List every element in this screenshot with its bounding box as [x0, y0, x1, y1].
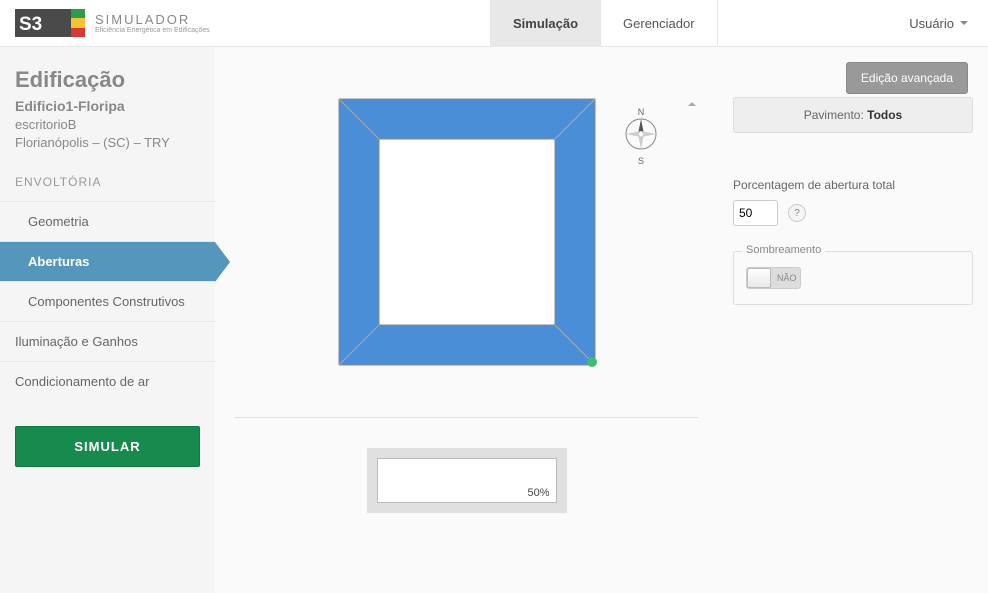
sidebar-item-condicionamento[interactable]: Condicionamento de ar — [0, 361, 215, 401]
pavimento-selector[interactable]: Pavimento: Todos — [733, 97, 973, 133]
s3e-logo-icon: S3 — [15, 9, 85, 37]
location-name: Florianópolis – (SC) – TRY — [0, 135, 215, 150]
abertura-label: Porcentagem de abertura total — [733, 178, 973, 192]
main-area: Edificação Edificio1-Floripa escritorioB… — [0, 47, 988, 593]
tab-gerenciador[interactable]: Gerenciador — [600, 0, 718, 47]
user-label: Usuário — [909, 16, 954, 31]
simulate-button[interactable]: SIMULAR — [15, 426, 200, 467]
main-tabs: Simulação Gerenciador — [490, 0, 718, 47]
user-menu[interactable]: Usuário — [909, 16, 988, 31]
sombreamento-label: Sombreamento — [742, 244, 825, 256]
sidebar-item-aberturas[interactable]: Aberturas — [0, 241, 215, 281]
logo-subtitle: Eficiência Energética em Edificações — [95, 27, 210, 34]
floor-plan[interactable] — [337, 97, 597, 367]
divider — [235, 417, 698, 418]
canvas-area: N S — [215, 47, 718, 593]
sombreamento-fieldset: Sombreamento NÃO — [733, 251, 973, 305]
chevron-down-icon — [960, 21, 968, 25]
tab-simulacao[interactable]: Simulação — [490, 0, 600, 47]
elevation-percent: 50% — [527, 487, 549, 499]
sidebar-item-componentes[interactable]: Componentes Construtivos — [0, 281, 215, 321]
logo-area: S3 SIMULADOR Eficiência Energética em Ed… — [0, 9, 490, 37]
sidebar-item-iluminacao[interactable]: Iluminação e Ganhos — [0, 321, 215, 361]
sidebar: Edificação Edificio1-Floripa escritorioB… — [0, 47, 215, 593]
sombreamento-toggle[interactable]: NÃO — [746, 267, 801, 289]
help-icon[interactable]: ? — [788, 204, 806, 222]
zone-name: escritorioB — [0, 117, 215, 132]
logo-title: SIMULADOR — [95, 12, 210, 27]
building-name: Edificio1-Floripa — [0, 98, 215, 114]
right-panel: Pavimento: Todos Porcentagem de abertura… — [718, 47, 988, 593]
top-bar: S3 SIMULADOR Eficiência Energética em Ed… — [0, 0, 988, 47]
abertura-input[interactable] — [733, 200, 778, 226]
content-area: Edição avançada N S — [215, 47, 988, 593]
toggle-handle-icon — [747, 268, 771, 288]
section-envoltoria: ENVOLTÓRIA — [0, 175, 215, 189]
page-title: Edificação — [0, 67, 215, 93]
scroll-up-icon[interactable] — [688, 102, 696, 106]
advanced-edit-button[interactable]: Edição avançada — [846, 62, 968, 94]
svg-text:S3: S3 — [19, 14, 42, 35]
elevation-preview: 50% — [367, 448, 567, 513]
compass-icon: N S — [624, 107, 658, 166]
sidebar-item-geometria[interactable]: Geometria — [0, 201, 215, 241]
